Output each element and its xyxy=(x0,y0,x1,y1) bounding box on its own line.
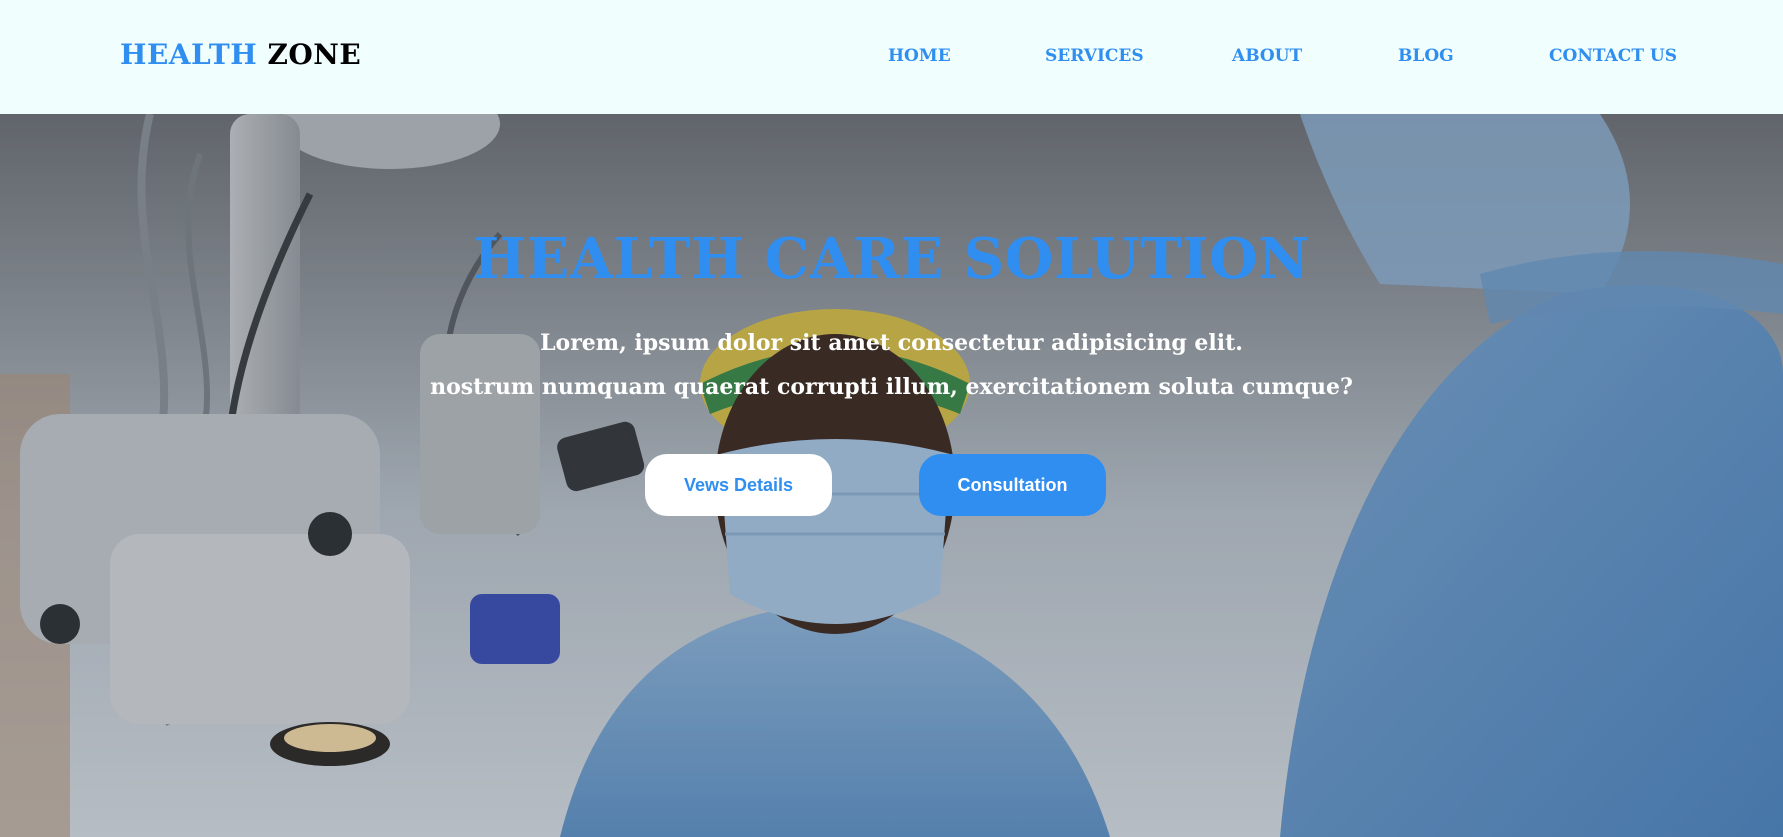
hero-title: HEALTH CARE SOLUTION xyxy=(473,226,1310,292)
consultation-button[interactable]: Consultation xyxy=(919,454,1106,516)
navbar: HEALTH ZONE HOME SERVICES ABOUT BLOG CON… xyxy=(0,0,1783,114)
hero-section: HEALTH CARE SOLUTION Lorem, ipsum dolor … xyxy=(0,114,1783,837)
hero-overlay xyxy=(0,114,1783,837)
nav-link-home[interactable]: HOME xyxy=(888,46,951,66)
view-details-button[interactable]: Vews Details xyxy=(645,454,832,516)
nav-link-contact-us[interactable]: CONTACT US xyxy=(1549,46,1677,66)
nav-link-about[interactable]: ABOUT xyxy=(1232,46,1302,66)
hero-subtitle-line-2: nostrum numquam quaerat corrupti illum, … xyxy=(430,374,1353,400)
nav-link-blog[interactable]: BLOG xyxy=(1398,46,1454,66)
nav-link-services[interactable]: SERVICES xyxy=(1045,46,1144,66)
hero-subtitle-line-1: Lorem, ipsum dolor sit amet consectetur … xyxy=(540,330,1243,356)
main-nav: HOME SERVICES ABOUT BLOG CONTACT US xyxy=(0,46,1783,70)
